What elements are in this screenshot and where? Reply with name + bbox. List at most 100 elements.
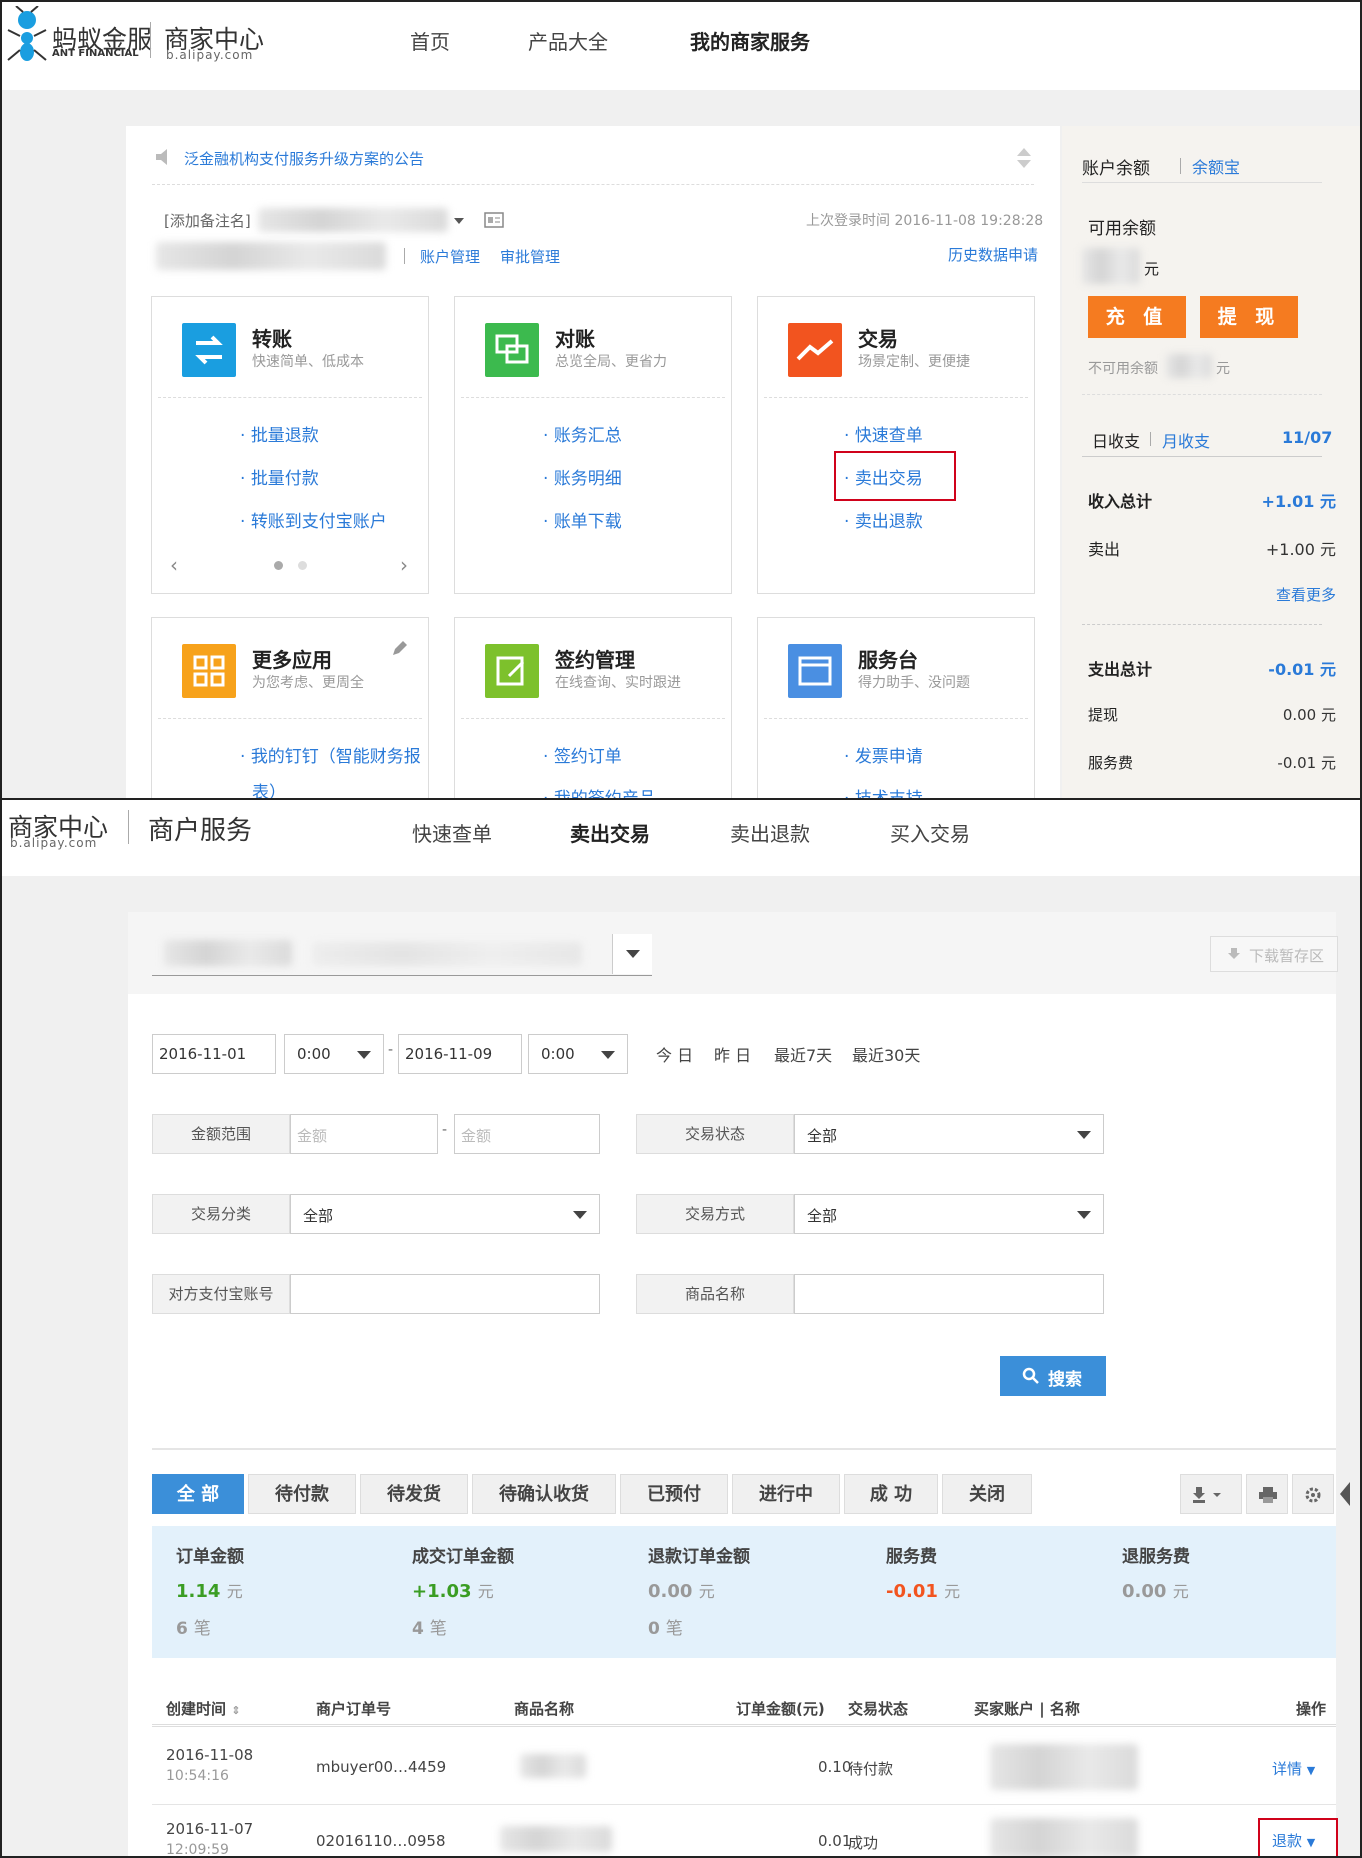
start-date-input[interactable]: 2016-11-01 [152,1034,276,1074]
expense-total-value: -0.01 元 [1268,660,1336,679]
amount-max-input[interactable]: 金额 [454,1114,600,1154]
id-card-icon[interactable] [484,212,504,228]
summary-count: 0 [648,1619,660,1639]
tile-link[interactable]: 批量退款 [240,421,319,446]
counterpart-account-input[interactable] [290,1274,600,1314]
quick-yesterday[interactable]: 昨 日 [714,1042,751,1066]
withdraw-button[interactable]: 提 现 [1200,296,1298,338]
sell-trade-link[interactable]: 卖出交易 [844,464,923,489]
print-button[interactable] [1246,1474,1288,1514]
tab-success[interactable]: 成 功 [844,1474,938,1514]
tile-link-continued[interactable]: 表） [252,778,286,798]
account-management-link[interactable]: 账户管理 [420,246,480,267]
tile-title: 交易 [858,327,898,351]
tile-link[interactable]: 快速查单 [844,421,923,446]
end-time-select[interactable]: 0:00 [528,1034,628,1074]
yuan-unit: 元 [1216,361,1230,377]
row-refund-link[interactable]: 退款 ▼ [1272,1830,1315,1851]
trade-status-select[interactable]: 全部 [794,1114,1104,1154]
tile-link[interactable]: 签约订单 [543,742,622,767]
chevron-left-icon[interactable]: ‹ [170,553,178,577]
tile-link[interactable]: 账务明细 [543,464,622,489]
merchant-home-screenshot: 蚂蚁金服 ANT FINANCIAL 商家中心 b.alipay.com 首页 … [0,0,1362,800]
tab-in-progress[interactable]: 进行中 [732,1474,840,1514]
tile-link[interactable]: 账务汇总 [543,421,622,446]
account-dropdown[interactable] [612,934,652,974]
fee-value: -0.01 元 [1277,754,1336,772]
notice-scroll-icon[interactable] [1016,146,1032,170]
row-amount: 0.01 [818,1832,852,1850]
tile-link[interactable]: 技术支持 [844,784,923,798]
nav-quick-lookup[interactable]: 快速查单 [412,818,492,847]
range-separator: - [442,1122,448,1138]
carousel-dot[interactable] [298,561,307,570]
nav-sell-refund[interactable]: 卖出退款 [730,818,810,847]
tab-closed[interactable]: 关闭 [942,1474,1032,1514]
tab-pending-shipment[interactable]: 待发货 [360,1474,468,1514]
table-row[interactable]: 2016-11-08 10:54:16 mbuyer00…4459 0.10 待… [152,1730,1336,1804]
expense-total-label: 支出总计 [1088,660,1153,679]
tile-link[interactable]: 账单下载 [543,507,622,532]
table-row[interactable]: 2016-11-07 12:09:59 02016110…0958 0.01 成… [152,1806,1338,1856]
recharge-button[interactable]: 充 值 [1088,296,1186,338]
tile-more-apps: 更多应用 为您考虑、更周全 我的钉钉（智能财务报 表） [151,617,429,798]
export-button[interactable] [1180,1474,1242,1514]
history-data-link[interactable]: 历史数据申请 [948,244,1038,265]
nav-home[interactable]: 首页 [410,26,450,55]
quick-today[interactable]: 今 日 [656,1042,693,1066]
summary-unit: 元 [944,1582,961,1601]
side-panel-toggle-icon[interactable] [1340,1482,1350,1506]
tile-link[interactable]: 发票申请 [844,742,923,767]
unavailable-balance-label: 不可用余额 [1088,361,1158,377]
range-separator: - [388,1042,394,1058]
chevron-right-icon[interactable]: › [400,553,408,577]
divider [152,1726,1336,1727]
column-header-created[interactable]: 创建时间 ⇕ [166,1698,240,1719]
search-button[interactable]: 搜索 [1000,1356,1106,1396]
start-time-select[interactable]: 0:00 [284,1034,384,1074]
tile-link[interactable]: 卖出退款 [844,507,923,532]
account-selector[interactable] [152,934,652,976]
tab-prepaid[interactable]: 已预付 [620,1474,728,1514]
tab-account-balance[interactable]: 账户余额 [1082,154,1150,179]
summary-label: 退款订单金额 [648,1547,750,1567]
column-label: 创建时间 [166,1700,227,1718]
nav-buy-trade[interactable]: 买入交易 [890,818,970,847]
trade-category-select[interactable]: 全部 [290,1194,600,1234]
end-date-input[interactable]: 2016-11-09 [398,1034,522,1074]
amount-min-input[interactable]: 金额 [290,1114,438,1154]
tab-monthly[interactable]: 月收支 [1162,428,1210,452]
tile-subtitle: 在线查询、实时跟进 [555,675,681,691]
nav-products[interactable]: 产品大全 [528,26,608,55]
settings-button[interactable] [1292,1474,1334,1514]
trade-method-select[interactable]: 全部 [794,1194,1104,1234]
tile-link[interactable]: 转账到支付宝账户 [240,507,387,532]
approval-management-link[interactable]: 审批管理 [500,246,560,267]
chevron-down-icon[interactable] [454,218,464,224]
remark-label[interactable]: [添加备注名] [164,210,251,231]
quick-last-7-days[interactable]: 最近7天 [774,1042,832,1066]
carousel-dot-active[interactable] [274,561,283,570]
download-stash-button[interactable]: 下载暂存区 [1210,936,1338,972]
tab-daily[interactable]: 日收支 [1092,428,1140,452]
row-product-blurred [520,1754,586,1778]
chevron-down-icon [601,1051,615,1059]
withdraw-label: 提现 [1088,706,1119,724]
tab-pending-receipt[interactable]: 待确认收货 [472,1474,616,1514]
view-more-link[interactable]: 查看更多 [1276,584,1336,605]
summary-label: 订单金额 [176,1547,244,1567]
notice-link[interactable]: 泛金融机构支付服务升级方案的公告 [184,148,424,169]
window-icon [788,644,842,698]
edit-pencil-icon[interactable] [390,640,408,658]
quick-last-30-days[interactable]: 最近30天 [852,1042,920,1066]
tab-all[interactable]: 全 部 [152,1474,244,1514]
tab-yuebao[interactable]: 余额宝 [1192,154,1240,178]
row-detail-link[interactable]: 详情 ▼ [1272,1758,1315,1779]
product-name-input[interactable] [794,1274,1104,1314]
nav-my-services[interactable]: 我的商家服务 [690,26,810,55]
tile-link[interactable]: 批量付款 [240,464,319,489]
tab-pending-payment[interactable]: 待付款 [248,1474,356,1514]
tile-link[interactable]: 我的签约产品 [543,784,656,798]
nav-sell-trade[interactable]: 卖出交易 [570,818,650,847]
tile-link[interactable]: 我的钉钉（智能财务报 [240,742,421,767]
